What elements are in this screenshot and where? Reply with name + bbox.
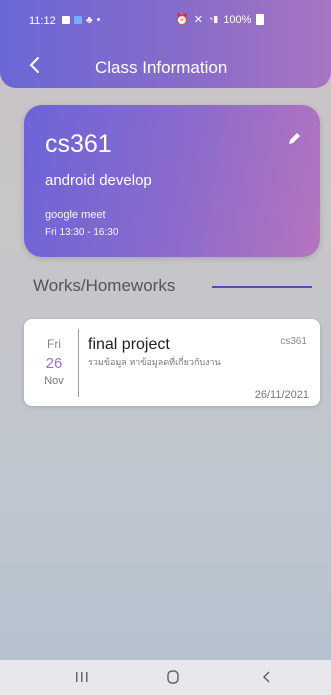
system-icons: ⏰ ✕ ◔▮ 100%	[175, 13, 265, 26]
work-due-date: 26/11/2021	[254, 389, 309, 401]
class-name: android develop	[45, 172, 152, 189]
work-description: รวมข้อมูล หาข้อมูลดที่เกี่ยวกับงาน	[88, 357, 221, 367]
work-date-number: 26	[45, 355, 63, 372]
status-time: 11:12	[29, 15, 56, 27]
app-header: 11:12 ♣ • ⏰ ✕ ◔▮ 100% Class Information	[0, 0, 331, 88]
chevron-left-icon[interactable]	[28, 56, 42, 74]
battery-percent: 100%	[223, 13, 252, 26]
app-notification-icon	[74, 16, 82, 24]
image-notification-icon	[62, 16, 70, 24]
recents-icon[interactable]	[72, 668, 92, 686]
mute-icon: ✕	[193, 14, 203, 26]
home-icon[interactable]	[163, 668, 183, 686]
class-card: cs361 android develop google meet Fri 13…	[24, 105, 320, 257]
work-divider	[78, 329, 79, 397]
status-bar: 11:12 ♣ • ⏰ ✕ ◔▮ 100%	[0, 0, 331, 40]
class-schedule: Fri 13:30 - 16:30	[45, 227, 119, 238]
notification-icons: ♣ •	[62, 14, 100, 26]
work-title: final project	[88, 336, 170, 353]
work-card[interactable]: Fri 26 Nov final project รวมข้อมูล หาข้อ…	[24, 319, 320, 406]
system-nav-bar	[0, 660, 331, 695]
page-title: Class Information	[95, 58, 228, 77]
work-day: Fri	[47, 337, 61, 351]
work-date: Fri 26 Nov	[36, 337, 72, 387]
alarm-icon: ⏰	[175, 14, 189, 26]
work-class-code: cs361	[280, 336, 307, 347]
wifi-signal-icon: ◔▮	[207, 14, 219, 24]
class-code: cs361	[45, 130, 112, 158]
work-month: Nov	[44, 375, 64, 387]
status-dot: •	[96, 14, 101, 26]
section-title: Works/Homeworks	[33, 276, 176, 295]
battery-icon	[256, 14, 265, 25]
pencil-icon[interactable]	[287, 132, 301, 146]
notification-more-icon: ♣	[86, 14, 93, 26]
class-place: google meet	[45, 209, 106, 221]
section-divider	[212, 286, 312, 288]
back-icon[interactable]	[257, 668, 277, 686]
